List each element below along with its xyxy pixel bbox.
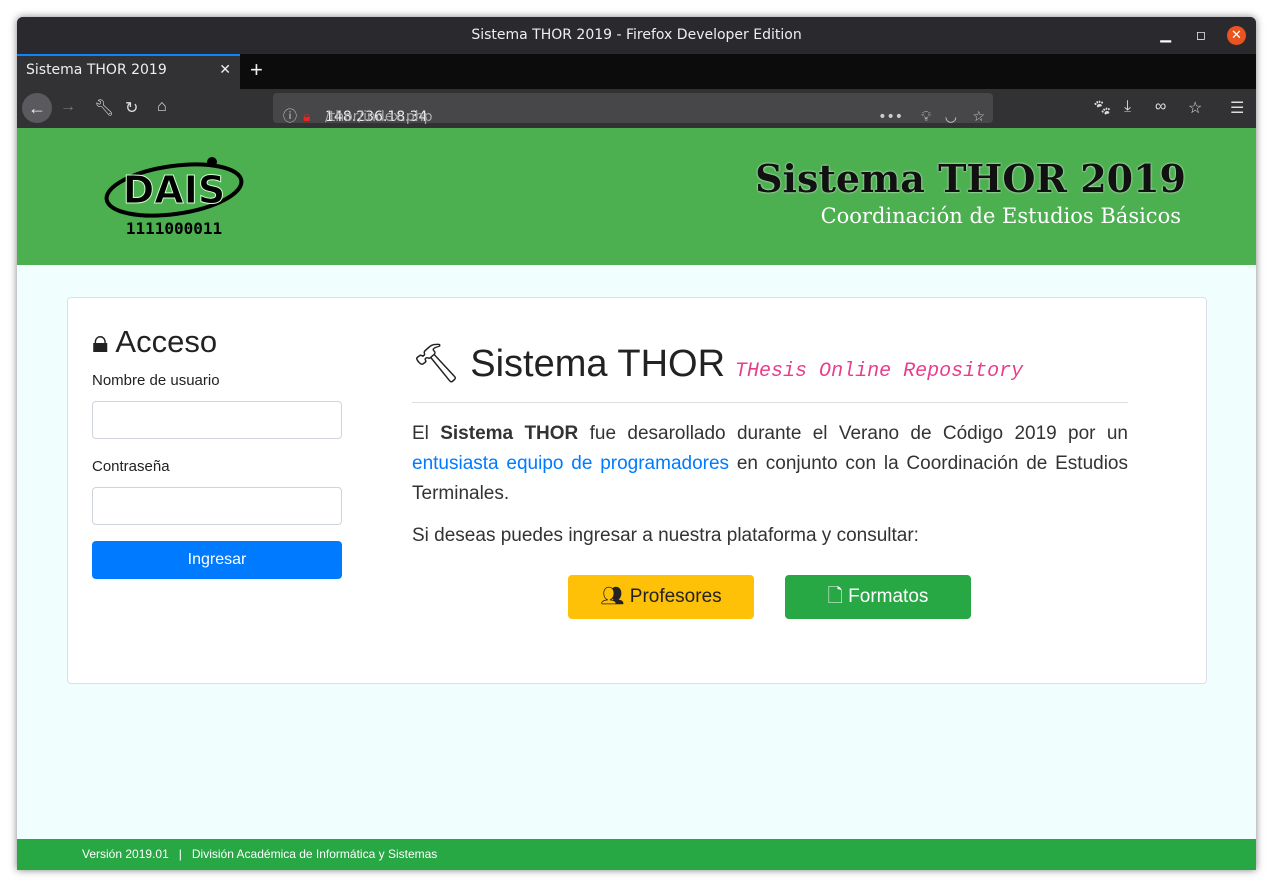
formatos-label: Formatos (848, 586, 929, 607)
desc-text: El (412, 423, 441, 444)
dais-logo: DAIS 1111000011 (102, 156, 247, 240)
login-button[interactable]: Ingresar (92, 541, 342, 579)
password-label: Contraseña (92, 458, 170, 475)
lock-icon: 🔒︎ (92, 324, 109, 359)
login-title-text: Acceso (115, 324, 218, 359)
about-section: 🔨︎ Sistema THOR THesis Online Repository… (412, 342, 1128, 547)
about-title-text: Sistema THOR (470, 343, 726, 385)
gnome-icon[interactable]: 🐾︎ (1092, 98, 1112, 118)
reload-button[interactable]: ↻ (125, 98, 138, 118)
tab-active[interactable]: Sistema THOR 2019 ✕ (17, 54, 240, 89)
tagline: THesis Online Repository (735, 360, 1024, 383)
login-title: 🔒︎ Acceso (92, 324, 217, 361)
file-icon: 🗋 (827, 586, 843, 607)
desc-text: fue desarollado durante el Verano de Cód… (578, 423, 1128, 444)
description: El Sistema THOR fue desarollado durante … (412, 419, 1128, 509)
username-label: Nombre de usuario (92, 372, 220, 389)
home-button[interactable]: ⌂ (157, 98, 167, 116)
wrench-icon[interactable]: 🔧︎ (94, 98, 114, 118)
consult-text: Si deseas puedes ingresar a nuestra plat… (412, 525, 919, 546)
site-subtitle: Coordinación de Estudios Básicos (820, 204, 1181, 228)
title-bar: Sistema THOR 2019 - Firefox Developer Ed… (17, 17, 1256, 54)
library-icon[interactable]: ☆ (1188, 98, 1202, 118)
footer: Versión 2019.01 | División Académica de … (17, 839, 1256, 870)
menu-icon[interactable]: ☰ (1230, 98, 1244, 118)
minimize-button[interactable]: ▁ (1160, 17, 1171, 54)
nav-bar: ← → 🔧︎ ↻ ⌂ ⓘ 🔒︎ 148.236.18.34/thor/index… (17, 89, 1256, 128)
page-content: DAIS 1111000011 Sistema THOR 2019 Coordi… (17, 128, 1256, 870)
tab-label: Sistema THOR 2019 (26, 62, 167, 78)
download-icon[interactable]: ⤓ (1124, 98, 1131, 116)
site-title: Sistema THOR 2019 (755, 156, 1186, 201)
browser-window: Sistema THOR 2019 - Firefox Developer Ed… (17, 17, 1256, 870)
close-tab-icon[interactable]: ✕ (219, 62, 231, 78)
tab-bar: Sistema THOR 2019 ✕ + (17, 54, 1256, 89)
private-mask-icon[interactable]: ∞ (1155, 98, 1166, 116)
url-bar[interactable]: ⓘ 🔒︎ 148.236.18.34/thor/index.php ••• 💡︎… (273, 93, 993, 125)
back-button[interactable]: ← (22, 93, 52, 123)
profesores-button[interactable]: 👥︎ Profesores (568, 575, 754, 619)
forward-button[interactable]: → (60, 98, 76, 116)
formatos-button[interactable]: 🗋 Formatos (785, 575, 971, 619)
svg-text:DAIS: DAIS (123, 168, 225, 212)
profesores-label: Profesores (629, 586, 722, 607)
main-card: 🔒︎ Acceso Nombre de usuario Contraseña I… (67, 297, 1207, 684)
password-input[interactable] (92, 487, 342, 525)
site-header: DAIS 1111000011 Sistema THOR 2019 Coordi… (17, 128, 1256, 265)
username-input[interactable] (92, 401, 342, 439)
maximize-button[interactable]: ◻ (1196, 17, 1206, 54)
hammer-icon: 🔨︎ (412, 343, 461, 385)
action-buttons: 👥︎ Profesores 🗋 Formatos (568, 575, 971, 619)
new-tab-button[interactable]: + (250, 57, 263, 83)
svg-text:1111000011: 1111000011 (126, 219, 222, 238)
about-title: 🔨︎ Sistema THOR THesis Online Repository (412, 342, 1128, 403)
footer-text: Versión 2019.01 | División Académica de … (82, 847, 438, 861)
users-icon: 👥︎ (600, 586, 625, 607)
window-title: Sistema THOR 2019 - Firefox Developer Ed… (471, 27, 802, 43)
close-window-button[interactable]: ✕ (1227, 26, 1246, 45)
desc-bold: Sistema THOR (440, 423, 579, 444)
team-link[interactable]: entusiasta equipo de programadores (412, 453, 729, 474)
